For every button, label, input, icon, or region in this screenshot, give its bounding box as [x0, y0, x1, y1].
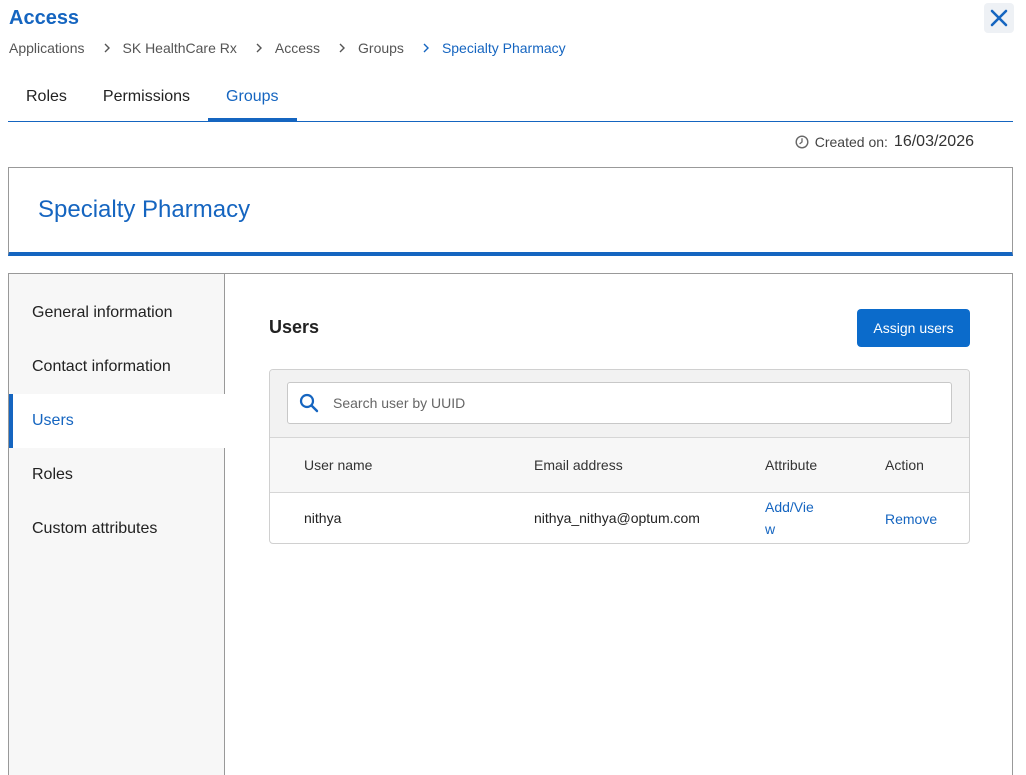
breadcrumb-item-sk-healthcare[interactable]: SK HealthCare Rx	[85, 40, 237, 56]
close-icon	[990, 9, 1008, 27]
section-title: Users	[269, 317, 320, 337]
app-title: Access	[9, 7, 80, 29]
group-name: Specialty Pharmacy	[38, 196, 251, 223]
search-bar	[270, 370, 969, 438]
breadcrumb: Applications SK HealthCare Rx Access Gro…	[9, 40, 566, 56]
breadcrumb-current: Specialty Pharmacy	[441, 40, 566, 56]
users-section: Users Assign users User name Email addre…	[226, 274, 1012, 775]
group-header: Specialty Pharmacy	[8, 167, 1013, 256]
nav-item-users[interactable]: Users	[9, 394, 226, 448]
column-header-attribute: Attribute	[765, 457, 818, 473]
chevron-right-icon	[423, 43, 429, 53]
users-table: User name Email address Attribute Action…	[269, 369, 970, 544]
group-detail-panel: General information Contact information …	[8, 273, 1013, 775]
chevron-right-icon	[339, 43, 346, 53]
assign-users-button[interactable]: Assign users	[857, 309, 970, 347]
breadcrumb-link[interactable]: Groups	[358, 40, 404, 56]
breadcrumb-link[interactable]: SK HealthCare Rx	[123, 40, 237, 56]
column-header-email: Email address	[534, 457, 623, 473]
tab-roles[interactable]: Roles	[8, 78, 85, 122]
nav-item-contact-information[interactable]: Contact information	[9, 340, 225, 394]
column-header-action: Action	[885, 457, 924, 473]
close-button[interactable]	[984, 3, 1014, 33]
tab-permissions[interactable]: Permissions	[85, 78, 208, 122]
breadcrumb-item-access[interactable]: Access	[237, 40, 320, 56]
chevron-right-icon	[256, 43, 262, 53]
created-label: Created on:	[814, 134, 888, 150]
remove-user-link[interactable]: Remove	[885, 511, 937, 527]
nav-item-custom-attributes[interactable]: Custom attributes	[9, 502, 225, 556]
breadcrumb-item-groups[interactable]: Groups	[320, 40, 404, 56]
cell-user-name: nithya	[304, 510, 342, 526]
breadcrumb-link[interactable]: Access	[275, 40, 320, 56]
breadcrumb-link[interactable]: Applications	[9, 40, 85, 56]
add-view-attribute-link[interactable]: Add/View	[765, 496, 819, 540]
nav-item-general-information[interactable]: General information	[9, 286, 225, 340]
tab-groups[interactable]: Groups	[208, 78, 297, 122]
side-nav: General information Contact information …	[9, 274, 226, 775]
search-icon	[299, 393, 319, 413]
table-row: nithya nithya_nithya@optum.com Add/View …	[270, 493, 969, 543]
search-input[interactable]	[333, 395, 933, 411]
created-info: Created on: 16/03/2026	[795, 133, 974, 151]
tab-bar: Roles Permissions Groups	[8, 78, 1013, 122]
column-header-user-name: User name	[304, 457, 373, 473]
breadcrumb-item-current: Specialty Pharmacy	[404, 40, 566, 56]
cell-email: nithya_nithya@optum.com	[534, 510, 700, 526]
table-header: User name Email address Attribute Action	[270, 438, 969, 493]
chevron-right-icon	[104, 43, 110, 53]
created-date: 16/03/2026	[893, 133, 974, 150]
clock-icon	[795, 135, 809, 149]
breadcrumb-item-applications[interactable]: Applications	[9, 40, 85, 56]
search-box[interactable]	[287, 382, 952, 424]
nav-item-roles[interactable]: Roles	[9, 448, 225, 502]
